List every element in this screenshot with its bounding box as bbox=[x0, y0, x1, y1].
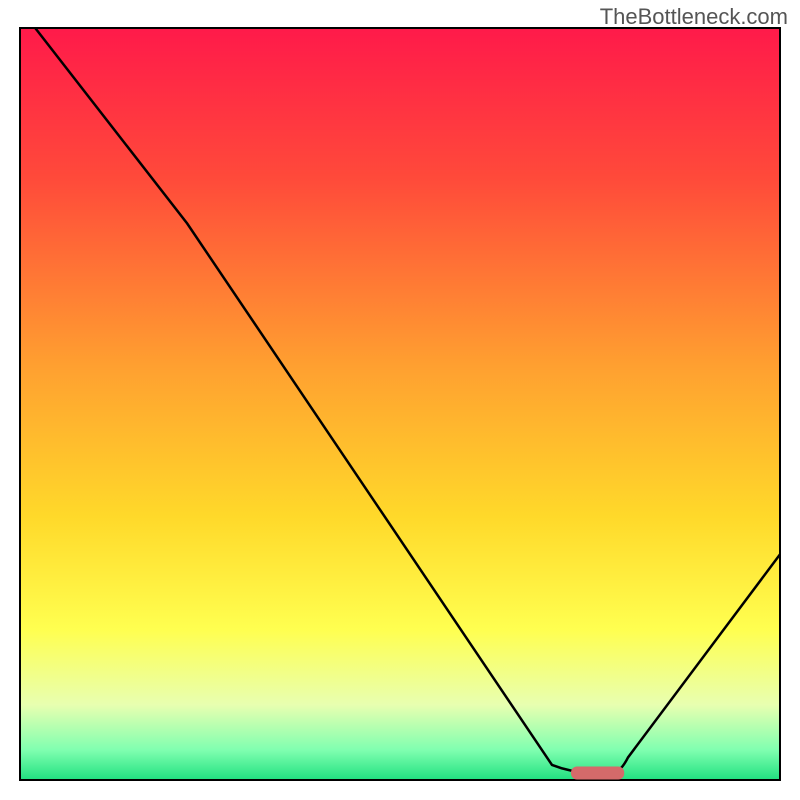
bottleneck-chart bbox=[0, 0, 800, 800]
watermark-text: TheBottleneck.com bbox=[600, 4, 788, 30]
gradient-background bbox=[20, 28, 780, 780]
chart-container: TheBottleneck.com bbox=[0, 0, 800, 800]
optimal-marker bbox=[571, 766, 624, 779]
